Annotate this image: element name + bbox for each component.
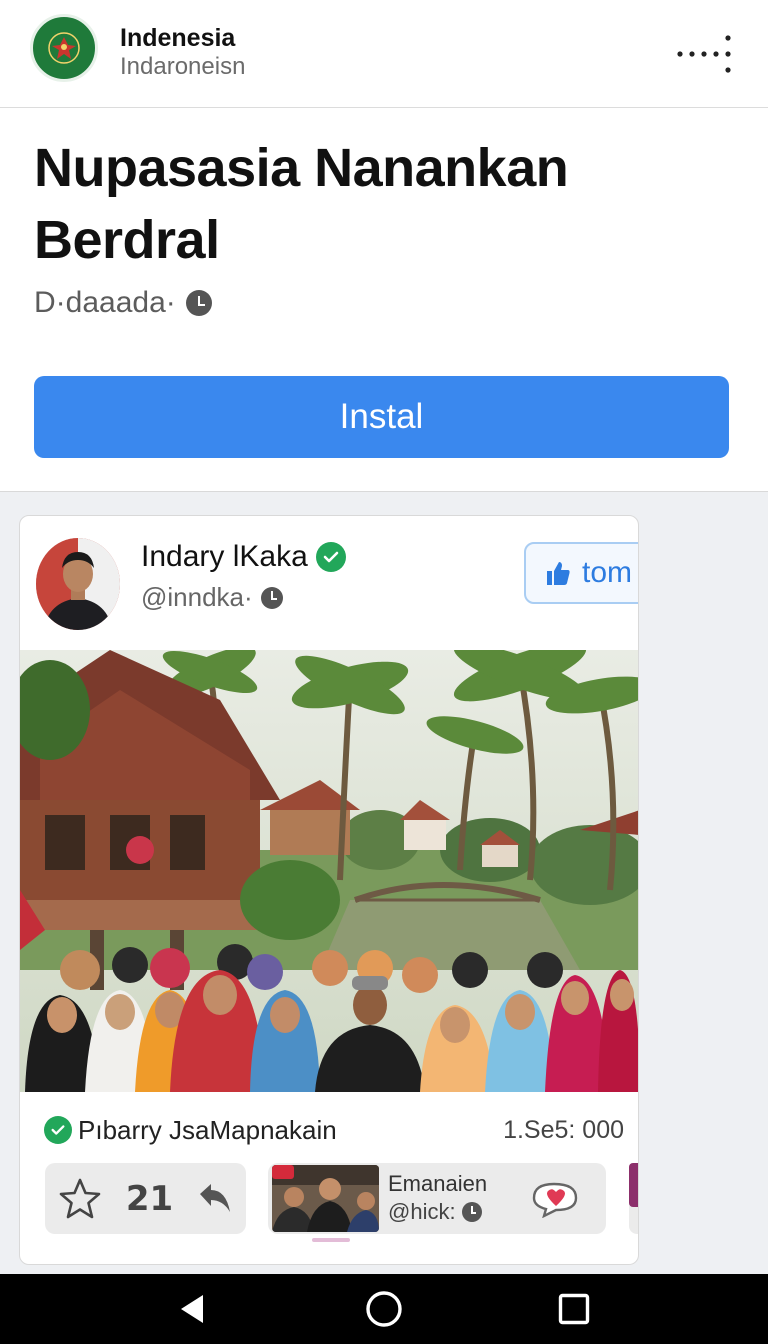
next-card-peek[interactable] bbox=[629, 1163, 638, 1234]
page-indicator bbox=[312, 1238, 350, 1242]
clock-icon bbox=[260, 586, 283, 609]
caption-text: Pıbarry JsaMapnakain bbox=[78, 1114, 337, 1145]
clock-icon bbox=[461, 1202, 482, 1222]
caption-row: Pıbarry JsaMapnakain 1.Se5: 000 bbox=[44, 1113, 624, 1147]
app-listing-section: Nupasasia Nanankan Berdral D·daaada· Ins… bbox=[0, 108, 768, 492]
app-header: Indenesia Indaroneisn bbox=[0, 0, 768, 108]
meta-text: D·daaada· bbox=[34, 286, 176, 319]
home-icon[interactable] bbox=[360, 1285, 408, 1333]
recents-icon[interactable] bbox=[550, 1285, 598, 1333]
install-button[interactable]: Instal bbox=[34, 376, 729, 458]
related-handle: @hick: bbox=[388, 1199, 482, 1225]
reply-icon[interactable] bbox=[196, 1180, 234, 1218]
verified-icon bbox=[44, 1116, 72, 1144]
verified-icon bbox=[315, 542, 346, 572]
system-nav-bar bbox=[0, 1274, 768, 1344]
author-handle: @inndka· bbox=[141, 582, 283, 613]
action-bar: 21 bbox=[45, 1163, 246, 1234]
view-count: 1.Se5: 000 bbox=[503, 1115, 624, 1144]
post-photo[interactable] bbox=[20, 650, 638, 1092]
related-name: Emanaien bbox=[388, 1171, 488, 1196]
page-title: Nupasasia Nanankan Berdral bbox=[34, 138, 569, 270]
follow-label: tom bbox=[582, 556, 633, 589]
author-name[interactable]: Indary lKaka bbox=[141, 540, 346, 574]
related-thumbnail bbox=[272, 1165, 379, 1232]
more-dots-icon[interactable] bbox=[676, 34, 732, 74]
author-name-label: Indary lKaka bbox=[141, 540, 308, 573]
app-name: Indenesia bbox=[120, 24, 236, 52]
post-card: Indary lKaka @inndka· tom Pıbarry JsaMap… bbox=[19, 515, 639, 1265]
star-icon[interactable] bbox=[57, 1177, 103, 1221]
back-icon[interactable] bbox=[168, 1285, 216, 1333]
thumbs-up-icon bbox=[547, 562, 570, 585]
follow-button[interactable]: tom bbox=[524, 542, 638, 604]
avatar[interactable] bbox=[36, 538, 120, 630]
related-handle-label: @hick: bbox=[388, 1199, 456, 1224]
clock-icon bbox=[185, 290, 212, 316]
app-subname: Indaroneisn bbox=[120, 53, 246, 80]
related-card[interactable]: Emanaien @hick: bbox=[268, 1163, 606, 1234]
app-meta: D·daaada· bbox=[34, 286, 212, 320]
reaction-bubble-icon[interactable] bbox=[530, 1178, 582, 1218]
author-handle-label: @inndka· bbox=[141, 582, 253, 612]
emblem-icon[interactable] bbox=[30, 14, 98, 82]
like-count: 21 bbox=[125, 1178, 174, 1219]
